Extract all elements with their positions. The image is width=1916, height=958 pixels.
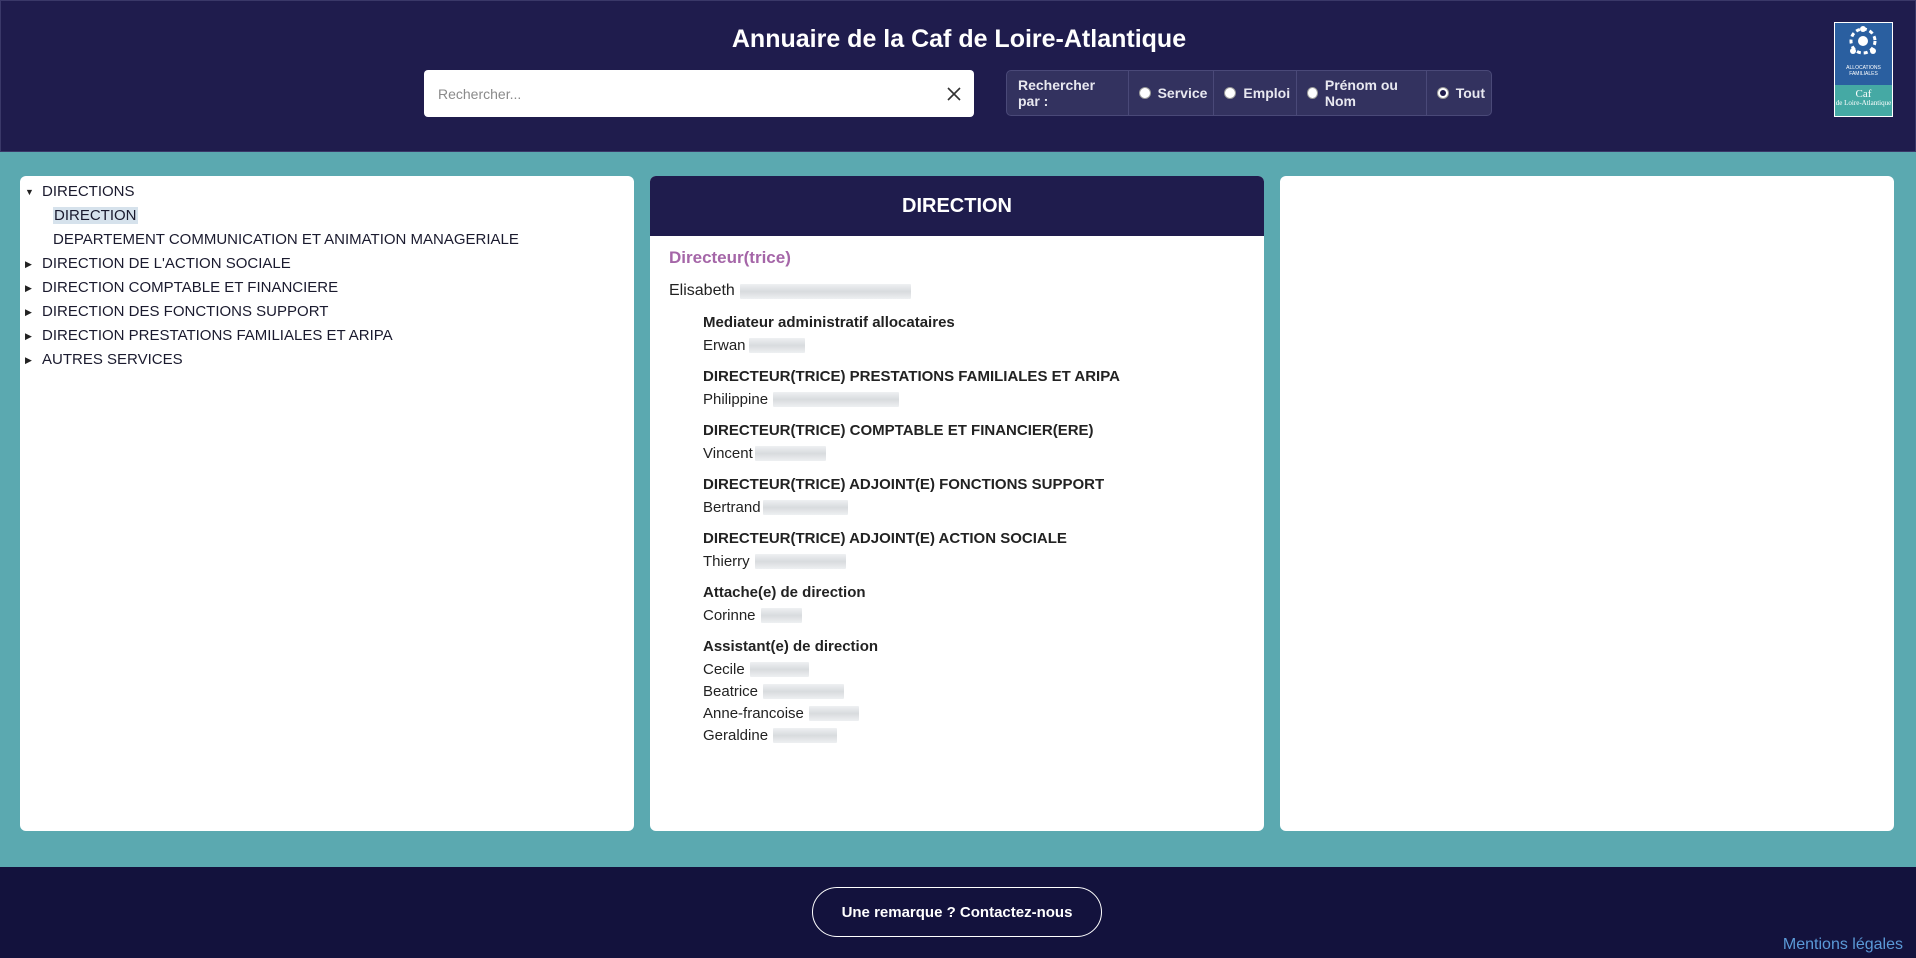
filter-option-label: Tout (1455, 85, 1485, 101)
role-title: DIRECTEUR(TRICE) COMPTABLE ET FINANCIER(… (703, 422, 1094, 439)
filter-option-label: Prénom ou Nom (1324, 77, 1398, 109)
redacted-lastname (739, 283, 911, 299)
caret-right-icon[interactable]: ▶ (25, 252, 32, 276)
radio-service[interactable] (1138, 87, 1151, 99)
caf-logo: ALLOCATIONS FAMILIALES Caf de Loire-Atla… (1834, 22, 1893, 117)
person-firstname: Anne-francoise (703, 705, 804, 722)
tree-item-autres[interactable]: ▶ AUTRES SERVICES (20, 348, 634, 372)
filter-option-tout[interactable]: Tout (1427, 71, 1491, 115)
tree-item-label: DIRECTION DE L'ACTION SOCIALE (42, 255, 291, 272)
tree-item-label: DEPARTEMENT COMMUNICATION ET ANIMATION M… (53, 231, 519, 248)
redacted-lastname (762, 500, 848, 515)
role-title: DIRECTEUR(TRICE) ADJOINT(E) FONCTIONS SU… (703, 476, 1105, 493)
person-firstname: Erwan (703, 337, 746, 354)
person-entry[interactable]: Erwan (703, 337, 1264, 354)
page-title: Annuaire de la Caf de Loire-Atlantique (731, 25, 1187, 53)
caret-right-icon[interactable]: ▶ (25, 276, 32, 300)
logo-top-text: ALLOCATIONS FAMILIALES (1846, 65, 1881, 77)
radio-tout[interactable] (1436, 87, 1449, 99)
tree-item-label: DIRECTION COMPTABLE ET FINANCIERE (42, 279, 339, 296)
head-person[interactable]: Elisabeth (669, 282, 1264, 300)
tree-item-direction[interactable]: DIRECTION (20, 204, 634, 228)
redacted-lastname (748, 338, 805, 353)
tree-item-communication[interactable]: DEPARTEMENT COMMUNICATION ET ANIMATION M… (20, 228, 634, 252)
person-entry[interactable]: Anne-francoise (703, 705, 1264, 722)
tree-item-label: DIRECTIONS (42, 183, 135, 200)
person-firstname: Corinne (703, 607, 756, 624)
logo-caption: Caf de Loire-Atlantique (1835, 85, 1892, 116)
redacted-lastname (749, 662, 809, 677)
search-box[interactable] (424, 70, 974, 117)
redacted-lastname (760, 608, 802, 623)
close-icon[interactable] (942, 82, 966, 106)
caret-right-icon[interactable]: ▶ (25, 300, 32, 324)
person-entry[interactable]: Bertrand (703, 499, 1264, 516)
person-firstname: Geraldine (703, 727, 769, 744)
service-title: DIRECTION (650, 176, 1264, 236)
logo-sub: de Loire-Atlantique (1835, 99, 1892, 107)
tree-item-label: AUTRES SERVICES (42, 351, 183, 368)
tree-item-comptable[interactable]: ▶ DIRECTION COMPTABLE ET FINANCIERE (20, 276, 634, 300)
search-input[interactable] (438, 82, 918, 106)
redacted-lastname (754, 446, 826, 461)
tree-item-prestations[interactable]: ▶ DIRECTION PRESTATIONS FAMILIALES ET AR… (20, 324, 634, 348)
tree-item-action-sociale[interactable]: ▶ DIRECTION DE L'ACTION SOCIALE (20, 252, 634, 276)
redacted-lastname (773, 392, 900, 407)
service-tree-panel: ▼ DIRECTIONS DIRECTION DEPARTEMENT COMMU… (20, 176, 634, 831)
person-firstname: Bertrand (703, 499, 761, 516)
caret-down-icon[interactable]: ▼ (25, 180, 34, 204)
tree-item-label: DIRECTION (53, 207, 138, 224)
app-header: Annuaire de la Caf de Loire-Atlantique R… (0, 0, 1916, 152)
person-entry[interactable]: Thierry (703, 553, 1264, 570)
role-title: DIRECTEUR(TRICE) ADJOINT(E) ACTION SOCIA… (703, 530, 1067, 547)
redacted-lastname (773, 728, 838, 743)
app-footer: Une remarque ? Contactez-nous Mentions l… (0, 867, 1916, 958)
redacted-lastname (763, 684, 845, 699)
role-title: DIRECTEUR(TRICE) PRESTATIONS FAMILIALES … (703, 368, 1120, 385)
person-firstname: Philippine (703, 391, 769, 408)
role-title: Assistant(e) de direction (703, 638, 879, 655)
person-firstname: Elisabeth (669, 282, 735, 299)
caret-right-icon[interactable]: ▶ (25, 348, 32, 372)
person-entry[interactable]: Beatrice (703, 683, 1264, 700)
filter-option-nom[interactable]: Prénom ou Nom (1297, 71, 1427, 115)
person-entry[interactable]: Corinne (703, 607, 1264, 624)
filter-option-emploi[interactable]: Emploi (1214, 71, 1298, 115)
person-firstname: Thierry (703, 553, 750, 570)
redacted-lastname (754, 554, 846, 569)
person-entry[interactable]: Cecile (703, 661, 1264, 678)
legal-link[interactable]: Mentions légales (1783, 936, 1903, 954)
service-tree: ▼ DIRECTIONS DIRECTION DEPARTEMENT COMMU… (20, 176, 634, 372)
role-title: Mediateur administratif allocataires (703, 314, 955, 331)
radio-emploi[interactable] (1224, 87, 1237, 99)
search-filter: Rechercher par : Service Emploi Prénom o… (1006, 70, 1492, 116)
person-detail-panel (1280, 176, 1894, 831)
tree-item-directions[interactable]: ▼ DIRECTIONS (20, 180, 634, 204)
person-firstname: Beatrice (703, 683, 759, 700)
person-entry[interactable]: Philippine (703, 391, 1264, 408)
radio-nom[interactable] (1307, 87, 1318, 99)
role-title: Attache(e) de direction (703, 584, 866, 601)
role-list: Mediateur administratif allocataires Erw… (703, 314, 1264, 744)
contact-button[interactable]: Une remarque ? Contactez-nous (812, 887, 1102, 937)
filter-option-service[interactable]: Service (1129, 71, 1215, 115)
head-role: Directeur(trice) (669, 248, 791, 267)
service-detail-panel: DIRECTION Directeur(trice) Elisabeth Med… (650, 176, 1264, 831)
filter-option-label: Emploi (1243, 85, 1291, 101)
person-firstname: Vincent (703, 445, 753, 462)
filter-label: Rechercher par : (1007, 71, 1129, 115)
tree-item-label: DIRECTION PRESTATIONS FAMILIALES ET ARIP… (42, 327, 393, 344)
filter-option-label: Service (1157, 85, 1208, 101)
tree-item-fonctions-support[interactable]: ▶ DIRECTION DES FONCTIONS SUPPORT (20, 300, 634, 324)
redacted-lastname (808, 706, 859, 721)
caret-right-icon[interactable]: ▶ (25, 324, 32, 348)
person-firstname: Cecile (703, 661, 745, 678)
person-entry[interactable]: Vincent (703, 445, 1264, 462)
person-entry[interactable]: Geraldine (703, 727, 1264, 744)
tree-item-label: DIRECTION DES FONCTIONS SUPPORT (42, 303, 329, 320)
